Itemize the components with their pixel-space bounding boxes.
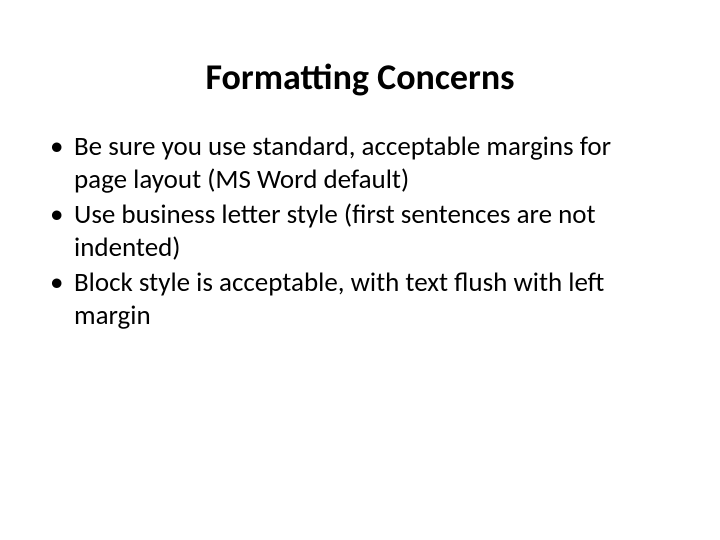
slide-container: Formatting Concerns Be sure you use stan… [0,0,720,540]
bullet-item: Be sure you use standard, acceptable mar… [50,131,670,197]
bullet-item: Block style is acceptable, with text flu… [50,267,670,333]
slide-title: Formatting Concerns [50,55,670,99]
bullet-list: Be sure you use standard, acceptable mar… [50,131,670,333]
bullet-item: Use business letter style (first sentenc… [50,199,670,265]
